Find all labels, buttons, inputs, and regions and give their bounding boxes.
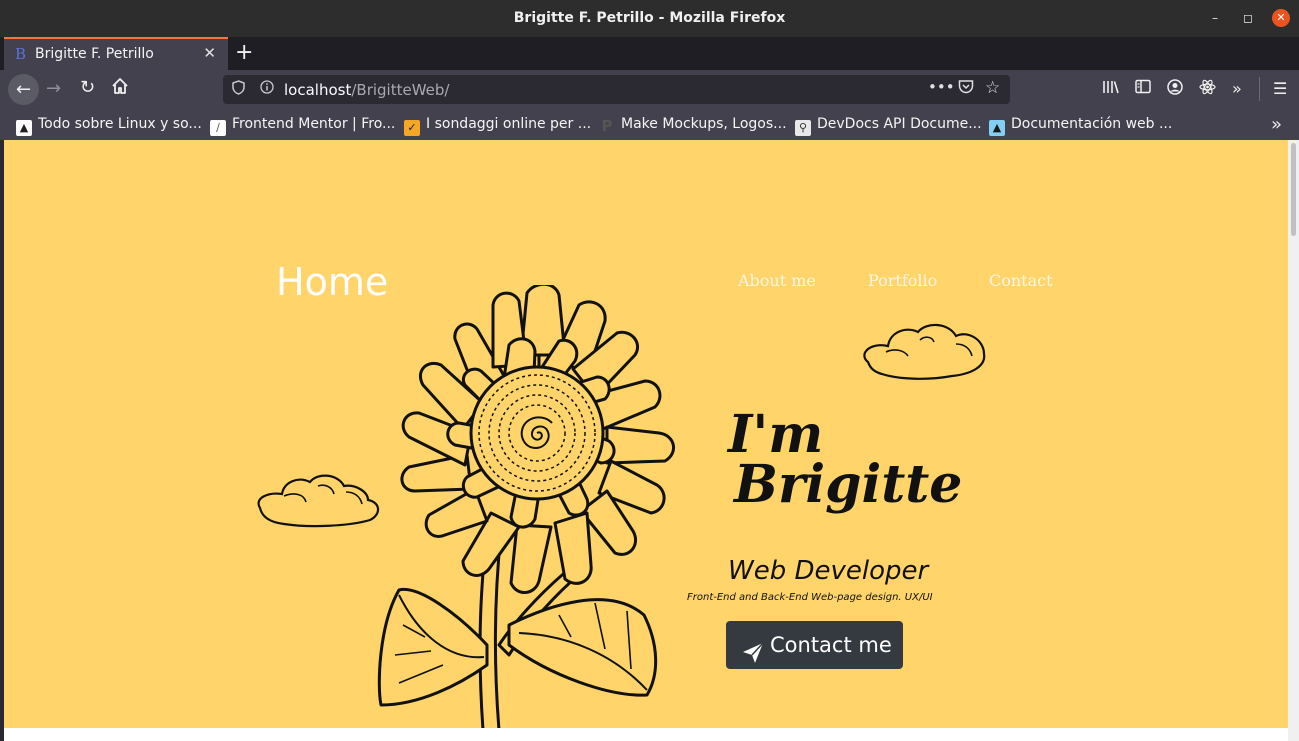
page-actions-icon[interactable]: ••• [928,78,955,96]
nav-link-portfolio[interactable]: Portfolio [868,271,937,290]
bookmark-item[interactable]: ▲ Documentación web ... [989,116,1172,136]
page-scrollbar[interactable] [1288,140,1299,741]
bookmark-item[interactable]: ∕ Frontend Mentor | Fro... [210,116,395,136]
site-favicon-icon: B [15,45,27,63]
tab-close-icon[interactable]: ✕ [203,44,216,62]
sunflower-illustration [377,285,675,728]
toolbar-separator [1259,77,1260,101]
home-icon [112,78,128,94]
minimize-button[interactable]: – [1206,9,1224,27]
devdocs-icon: ⚲ [795,120,811,136]
bookmark-item[interactable]: ⚲ DevDocs API Docume... [795,116,982,136]
tab-active[interactable]: B Brigitte F. Petrillo ✕ [4,37,228,70]
contact-me-button[interactable]: Contact me [726,621,903,669]
placeit-icon: P [599,118,615,134]
bookmark-label: Documentación web ... [1011,116,1173,132]
scrollbar-thumb[interactable] [1291,143,1296,236]
hero-greeting-line1: I'm [728,404,824,465]
hero-greeting: I'm Brigitte [728,404,963,515]
home-button[interactable] [111,77,129,100]
address-bar[interactable]: localhost/BrigitteWeb/ ••• ☆ [223,75,1010,104]
bookmark-star-icon[interactable]: ☆ [985,78,1000,98]
nav-link-contact[interactable]: Contact [989,271,1053,290]
reload-button[interactable]: ↻ [80,77,95,98]
page-next-section [4,728,1288,741]
tracking-shield-icon[interactable] [232,80,245,99]
cloud-illustration-right [863,323,986,380]
url-path: /BrigitteWeb/ [351,81,450,99]
close-window-button[interactable]: ✕ [1272,9,1290,27]
bookmark-label: Frontend Mentor | Fro... [232,116,396,132]
bookmark-item[interactable]: ▲ Todo sobre Linux y so... [16,116,202,136]
library-icon[interactable] [1102,79,1120,99]
bookmark-label: I sondaggi online per ... [426,116,592,132]
paper-plane-icon [742,633,764,681]
survey-site-icon: ✓ [404,120,420,136]
page-viewport: Home About me Portfolio Contact I'm Brig… [4,140,1288,728]
sidebar-icon[interactable] [1135,79,1151,98]
maximize-button[interactable]: ◻ [1239,9,1257,27]
overflow-chevron-icon[interactable]: » [1232,79,1242,98]
bookmark-label: DevDocs API Docume... [817,116,982,132]
window-titlebar: Brigitte F. Petrillo - Mozilla Firefox –… [0,0,1299,37]
contact-me-label: Contact me [770,633,892,657]
more-bookmarks-chevron-icon[interactable]: » [1271,114,1282,135]
bookmark-label: Make Mockups, Logos... [621,116,787,132]
hero-greeting-line2: Brigitte [734,454,963,515]
hamburger-menu-icon[interactable]: ☰ [1273,79,1287,98]
forward-button[interactable]: → [46,78,61,99]
bookmarks-toolbar: ▲ Todo sobre Linux y so... ∕ Frontend Ment… [0,109,1299,140]
linux-site-icon: ▲ [16,120,32,136]
hero-role: Web Developer [728,556,929,586]
tab-title: Brigitte F. Petrillo [35,46,154,62]
tab-strip: B Brigitte F. Petrillo ✕ + [0,37,1299,70]
bookmark-item[interactable]: P Make Mockups, Logos... [599,116,787,134]
account-icon[interactable] [1167,79,1183,99]
back-button[interactable]: ← [8,74,39,105]
window-title: Brigitte F. Petrillo - Mozilla Firefox [513,10,786,26]
frontend-mentor-icon: ∕ [210,120,226,136]
hero-description: Front-End and Back-End Web-page design. … [687,592,933,603]
bookmark-label: Todo sobre Linux y so... [38,116,202,132]
url-text[interactable]: localhost/BrigitteWeb/ [284,81,449,99]
url-host: localhost [284,81,352,99]
bookmark-item[interactable]: ✓ I sondaggi online per ... [404,116,591,136]
pocket-icon[interactable] [958,79,974,98]
site-info-icon[interactable] [260,80,274,98]
nav-link-about[interactable]: About me [738,271,816,290]
react-devtools-icon[interactable] [1199,79,1216,99]
navigation-toolbar: ← → ↻ localhost/BrigitteWeb/ ••• ☆ » ☰ [0,70,1299,109]
mdn-icon: ▲ [989,120,1005,136]
new-tab-button[interactable]: + [235,40,253,65]
